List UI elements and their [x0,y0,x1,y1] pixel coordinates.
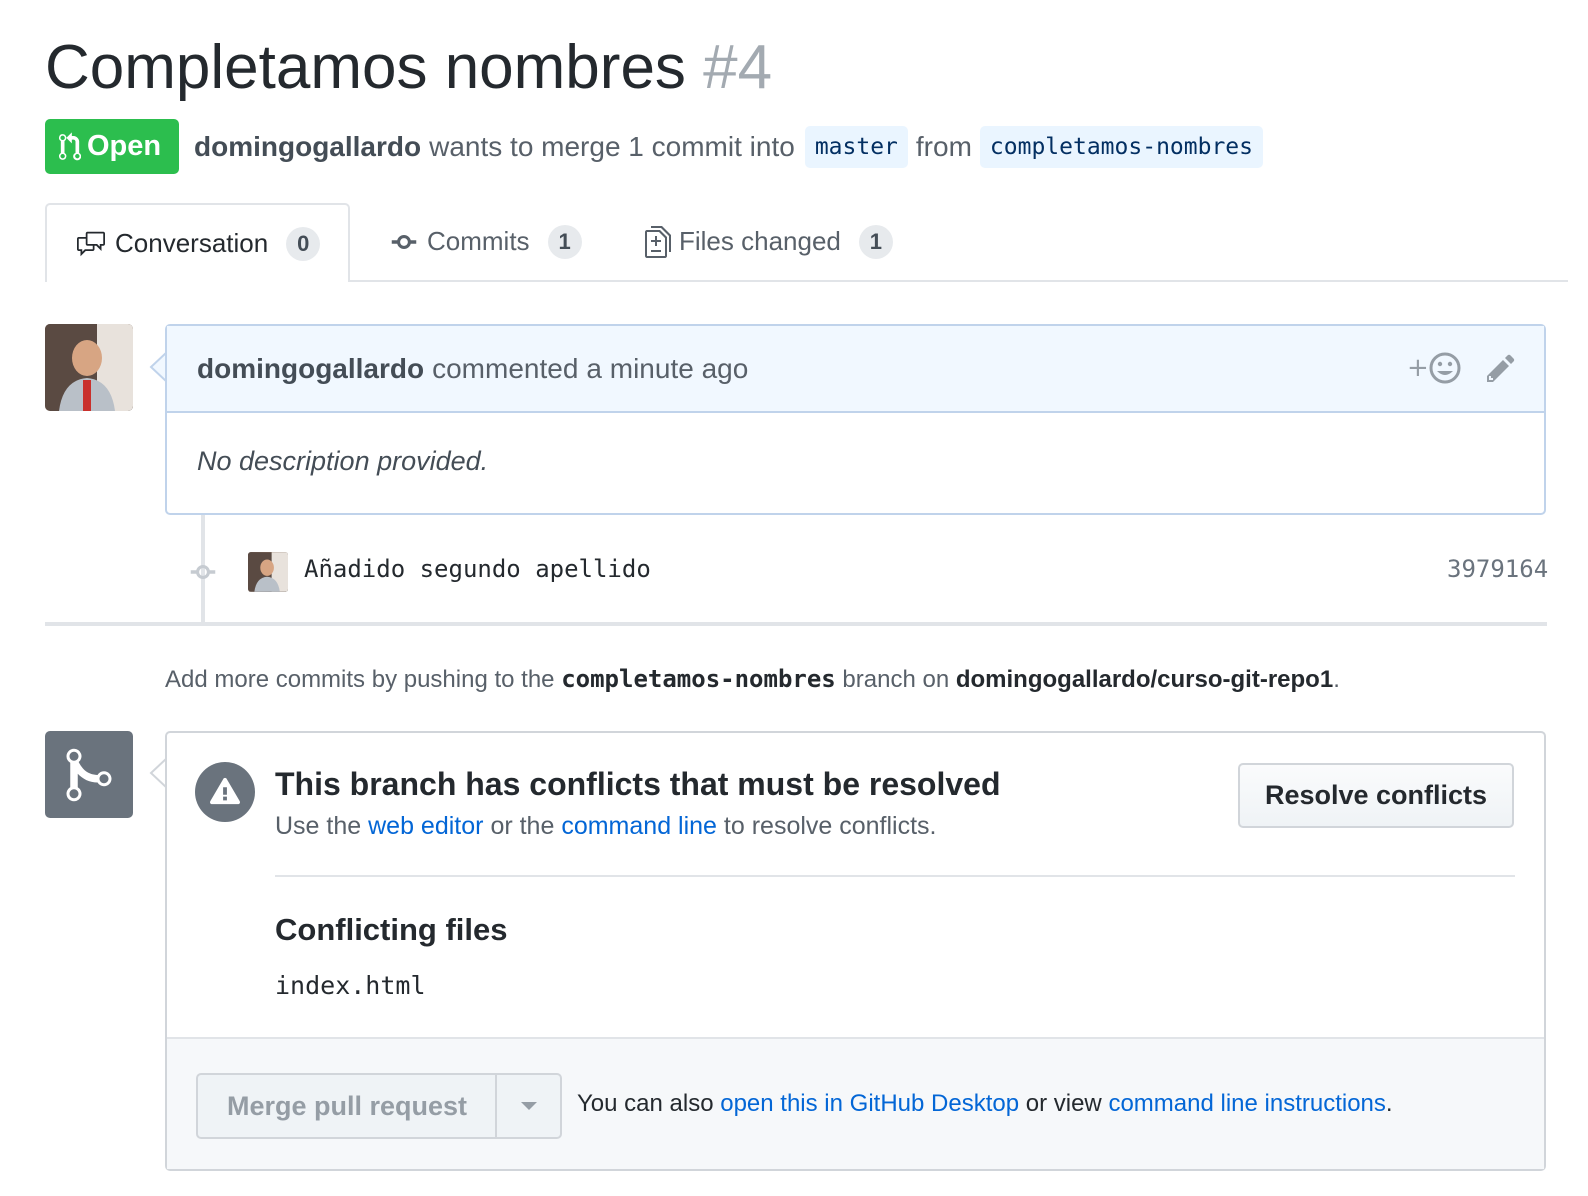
timeline-divider [45,622,1547,626]
avatar-portrait [45,324,133,411]
command-line-instructions-link[interactable]: command line instructions [1108,1090,1385,1117]
tab-counter: 1 [547,224,582,259]
pr-title: Completamos nombres [45,33,686,102]
comment-time[interactable]: a minute ago [586,353,748,385]
merge-pull-request-button[interactable]: Merge pull request [196,1073,496,1139]
triangle-down-icon [520,1102,537,1110]
pencil-icon[interactable] [1485,352,1517,391]
conflict-desc-or: or the [490,812,555,840]
head-branch[interactable]: completamos-nombres [979,125,1264,168]
file-diff-icon [645,225,671,258]
alert-icon [195,762,255,822]
pr-tabs: Conversation 0 Commits 1 Files changed 1 [45,203,1568,282]
pull-request-icon [59,131,81,160]
tab-counter: 1 [858,224,893,259]
comment-action: commented [432,352,579,384]
base-branch[interactable]: master [804,125,908,168]
command-line-link[interactable]: command line [561,812,717,840]
status-badge: Open [45,119,179,174]
web-editor-link[interactable]: web editor [368,812,483,840]
pr-meta: domingogallardo wants to merge 1 commit … [194,119,1271,174]
tab-files-changed[interactable]: Files changed 1 [645,203,893,280]
tab-label: Commits [427,226,530,256]
svg-text:+: + [1407,353,1429,383]
alt-note-prefix: You can also [577,1090,714,1117]
merge-divider [275,875,1515,877]
comment-author[interactable]: domingogallardo [197,353,424,385]
from-text: from [915,130,972,162]
page-title: Completamos nombres #4 [45,28,772,108]
push-note: Add more commits by pushing to the compl… [165,665,1340,694]
conflict-title: This branch has conflicts that must be r… [275,766,1001,802]
commit-avatar[interactable] [248,552,288,592]
tab-conversation[interactable]: Conversation 0 [45,203,351,282]
author-link[interactable]: domingogallardo [194,131,421,163]
comment-discussion-icon [77,231,105,256]
commit-sha[interactable]: 3979164 [1447,555,1548,583]
push-note-middle: branch on [842,666,950,693]
tab-label: Files changed [679,226,841,256]
resolve-conflicts-button[interactable]: Resolve conflicts [1238,763,1514,828]
comment-header: domingogallardo commented a minute ago + [167,326,1544,413]
merge-text: wants to merge 1 commit into [429,130,795,162]
push-note-prefix: Add more commits by pushing to the [165,666,555,693]
git-merge-icon-badge [45,731,133,818]
alt-note-or: or view [1025,1090,1102,1117]
git-commit-icon [391,234,417,249]
push-note-suffix: . [1333,666,1340,693]
comment-body: No description provided. [197,446,489,476]
tab-label: Conversation [115,228,269,258]
comment-box: domingogallardo commented a minute ago +… [165,324,1546,515]
pr-number: #4 [703,33,773,102]
conflicting-files-title: Conflicting files [275,912,508,947]
conflict-description: Use the web editor or the command line t… [275,812,937,841]
git-commit-icon [190,565,216,579]
tab-commits[interactable]: Commits 1 [389,203,582,280]
push-note-repo: domingogallardo/curso-git-repo1 [955,666,1334,693]
tab-counter: 0 [286,226,321,261]
alternative-merge-note: You can also open this in GitHub Desktop… [577,1090,1393,1118]
push-note-branch: completamos-nombres [561,665,836,693]
conflict-desc-prefix: Use the [275,812,362,840]
status-label: Open [87,130,162,162]
merge-options-dropdown[interactable] [495,1073,562,1139]
add-reaction-icon[interactable]: + [1407,350,1463,393]
conflict-desc-suffix: to resolve conflicts. [723,812,937,840]
commit-message[interactable]: Añadido segundo apellido [304,555,651,583]
github-desktop-link[interactable]: open this in GitHub Desktop [720,1090,1019,1117]
avatar[interactable] [45,324,133,411]
git-merge-icon [66,748,112,802]
alt-note-suffix: . [1385,1090,1393,1117]
conflicting-file: index.html [275,971,426,1000]
